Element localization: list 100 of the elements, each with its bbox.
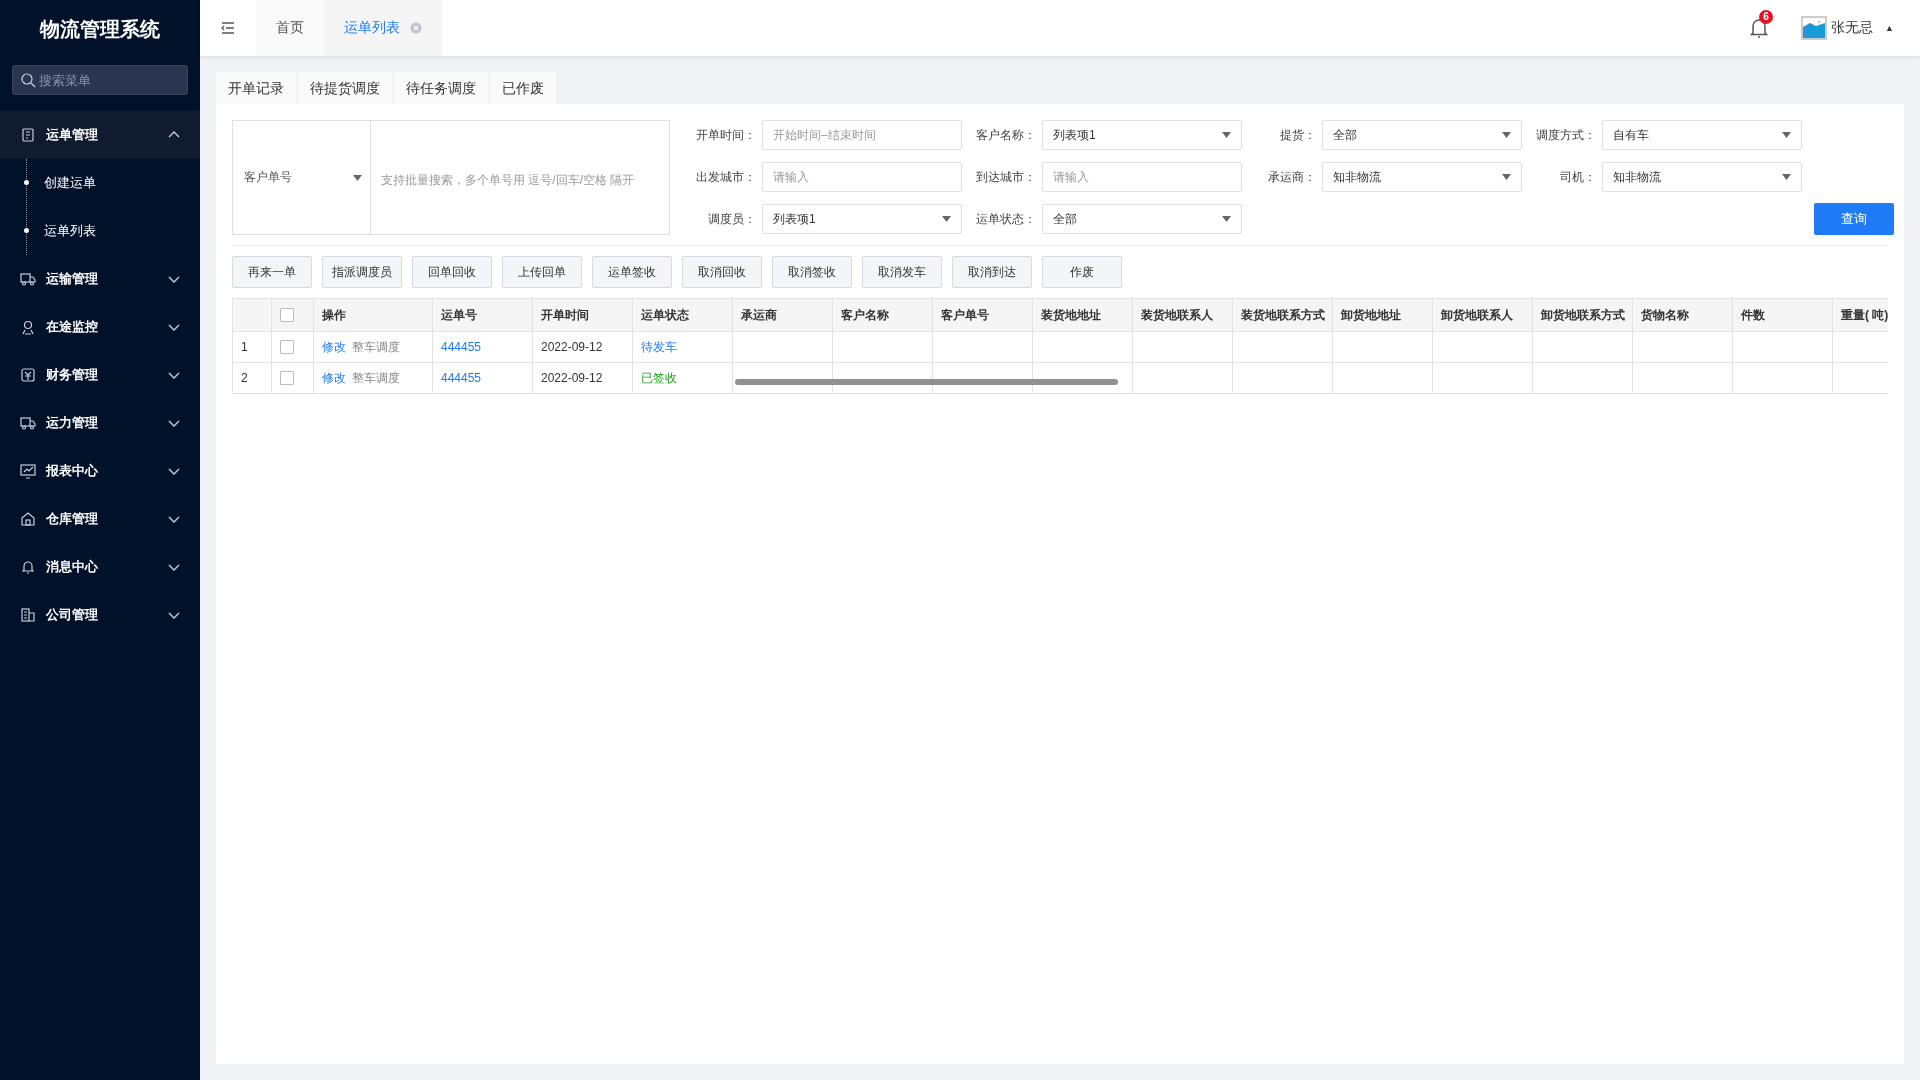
field-label: 到达城市： bbox=[976, 169, 1037, 186]
action-button[interactable]: 取消签收 bbox=[772, 256, 852, 288]
field-label: 调度员： bbox=[708, 211, 757, 228]
ledger-icon bbox=[20, 367, 36, 383]
menu-item[interactable]: 消息中心 bbox=[0, 543, 200, 591]
input-field[interactable]: 请输入 bbox=[762, 162, 962, 192]
row-number: 2 bbox=[232, 362, 272, 394]
table-cell: 2022-09-12 bbox=[532, 331, 633, 363]
caret-icon bbox=[1222, 132, 1231, 138]
column-header: 客户名称 bbox=[832, 298, 933, 332]
column-header: 运单状态 bbox=[632, 298, 733, 332]
edit-link[interactable]: 修改 bbox=[322, 370, 346, 385]
column-header: 装货地地址 bbox=[1032, 298, 1133, 332]
batch-search-field[interactable]: 支持批量搜索，多个单号用 逗号/回车/空格 隔开 bbox=[371, 120, 670, 235]
query-button[interactable]: 查询 bbox=[1814, 203, 1894, 235]
input-field[interactable]: 请输入 bbox=[1042, 162, 1242, 192]
notification-badge: 6 bbox=[1759, 10, 1774, 24]
caret-icon[interactable]: ▲ bbox=[1885, 23, 1894, 33]
action-button[interactable]: 上传回单 bbox=[502, 256, 582, 288]
waybill-link[interactable]: 444455 bbox=[441, 371, 482, 385]
row-number: 1 bbox=[232, 331, 272, 363]
action-button[interactable]: 运单签收 bbox=[592, 256, 672, 288]
select-field[interactable]: 列表项1 bbox=[1042, 120, 1242, 150]
caret-icon bbox=[1782, 132, 1791, 138]
person-pin-icon bbox=[20, 319, 36, 335]
select-field[interactable]: 列表项1 bbox=[762, 204, 962, 234]
caret-icon bbox=[942, 216, 951, 222]
menu-search-field[interactable]: 搜索菜单 bbox=[12, 65, 188, 95]
action-button[interactable]: 取消回收 bbox=[682, 256, 762, 288]
select-field[interactable]: 知非物流 bbox=[1602, 162, 1802, 192]
edit-link[interactable]: 修改 bbox=[322, 339, 346, 354]
menu-item[interactable]: 仓库管理 bbox=[0, 495, 200, 543]
row-checkbox[interactable] bbox=[280, 340, 294, 355]
app-title: 物流管理系统 bbox=[38, 17, 161, 42]
record-tab[interactable]: 已作废 bbox=[490, 72, 556, 104]
select-field[interactable]: 全部 bbox=[1322, 120, 1522, 150]
field-label: 出发城市： bbox=[696, 169, 757, 186]
caret-icon bbox=[1782, 174, 1791, 180]
submenu-item[interactable]: 创建运单 bbox=[44, 174, 96, 192]
select-field[interactable]: 自有车 bbox=[1602, 120, 1802, 150]
scrollbar-thumb[interactable] bbox=[735, 379, 1118, 385]
field-label: 开单时间： bbox=[696, 127, 757, 144]
caret-icon bbox=[1502, 132, 1511, 138]
truck-icon bbox=[20, 415, 36, 431]
page-tab[interactable]: 运单列表 bbox=[324, 0, 442, 56]
field-label: 客户名称： bbox=[976, 127, 1037, 144]
truck-icon bbox=[20, 271, 36, 287]
user-name[interactable]: 张无忌 bbox=[1831, 19, 1874, 37]
order-type-select[interactable]: 客户单号 bbox=[232, 120, 371, 235]
column-header: 承运商 bbox=[732, 298, 833, 332]
action-button[interactable]: 再来一单 bbox=[232, 256, 312, 288]
column-header: 重量( 吨) bbox=[1832, 298, 1888, 332]
status-text: 待发车 bbox=[641, 339, 677, 354]
close-icon[interactable] bbox=[410, 22, 422, 34]
field-label: 调度方式： bbox=[1536, 127, 1597, 144]
action-button[interactable]: 取消发车 bbox=[862, 256, 942, 288]
column-header: 卸货地联系人 bbox=[1432, 298, 1533, 332]
menu-item[interactable]: 运力管理 bbox=[0, 399, 200, 447]
column-header: 卸货地联系方式 bbox=[1532, 298, 1633, 332]
row-checkbox[interactable] bbox=[280, 371, 294, 386]
action-button[interactable]: 取消到达 bbox=[952, 256, 1032, 288]
action-button[interactable]: 回单回收 bbox=[412, 256, 492, 288]
column-header: 装货地联系方式 bbox=[1232, 298, 1333, 332]
dispatch-link[interactable]: 整车调度 bbox=[352, 370, 400, 385]
field-label: 运单状态： bbox=[976, 211, 1037, 228]
menu-item[interactable]: 公司管理 bbox=[0, 591, 200, 639]
column-header: 客户单号 bbox=[932, 298, 1033, 332]
menu-item[interactable]: 运输管理 bbox=[0, 255, 200, 303]
warehouse-icon bbox=[20, 511, 36, 527]
caret-icon bbox=[353, 174, 362, 181]
record-tab[interactable]: 待任务调度 bbox=[394, 72, 488, 104]
dispatch-link[interactable]: 整车调度 bbox=[352, 339, 400, 354]
field-label: 司机： bbox=[1560, 169, 1597, 186]
building-icon bbox=[20, 607, 36, 623]
record-tab[interactable]: 待提货调度 bbox=[298, 72, 392, 104]
record-tab[interactable]: 开单记录 bbox=[216, 72, 296, 104]
column-header: 运单号 bbox=[432, 298, 533, 332]
table-cell: 2022-09-12 bbox=[532, 362, 633, 394]
submenu-item[interactable]: 运单列表 bbox=[44, 222, 96, 240]
select-field[interactable]: 全部 bbox=[1042, 204, 1242, 234]
menu-item[interactable]: 报表中心 bbox=[0, 447, 200, 495]
select-field[interactable]: 知非物流 bbox=[1322, 162, 1522, 192]
action-button[interactable]: 指派调度员 bbox=[322, 256, 402, 288]
menu-item[interactable]: 运单管理 bbox=[0, 111, 200, 159]
column-header: 件数 bbox=[1732, 298, 1833, 332]
status-text: 已签收 bbox=[641, 370, 677, 385]
input-field[interactable]: 开始时间–结束时间 bbox=[762, 120, 962, 150]
column-header: 装货地联系人 bbox=[1132, 298, 1233, 332]
image-placeholder-icon bbox=[1801, 16, 1828, 40]
field-label: 提货： bbox=[1280, 127, 1317, 144]
search-icon bbox=[20, 72, 36, 88]
waybill-link[interactable]: 444455 bbox=[441, 340, 482, 354]
menu-item[interactable]: 财务管理 bbox=[0, 351, 200, 399]
page-tab[interactable]: 首页 bbox=[256, 0, 324, 56]
select-all-checkbox[interactable] bbox=[280, 308, 294, 323]
action-button[interactable]: 作废 bbox=[1042, 256, 1122, 288]
menu-item[interactable]: 在途监控 bbox=[0, 303, 200, 351]
caret-icon bbox=[1222, 216, 1231, 222]
chart-icon bbox=[20, 463, 36, 479]
caret-icon bbox=[1502, 174, 1511, 180]
